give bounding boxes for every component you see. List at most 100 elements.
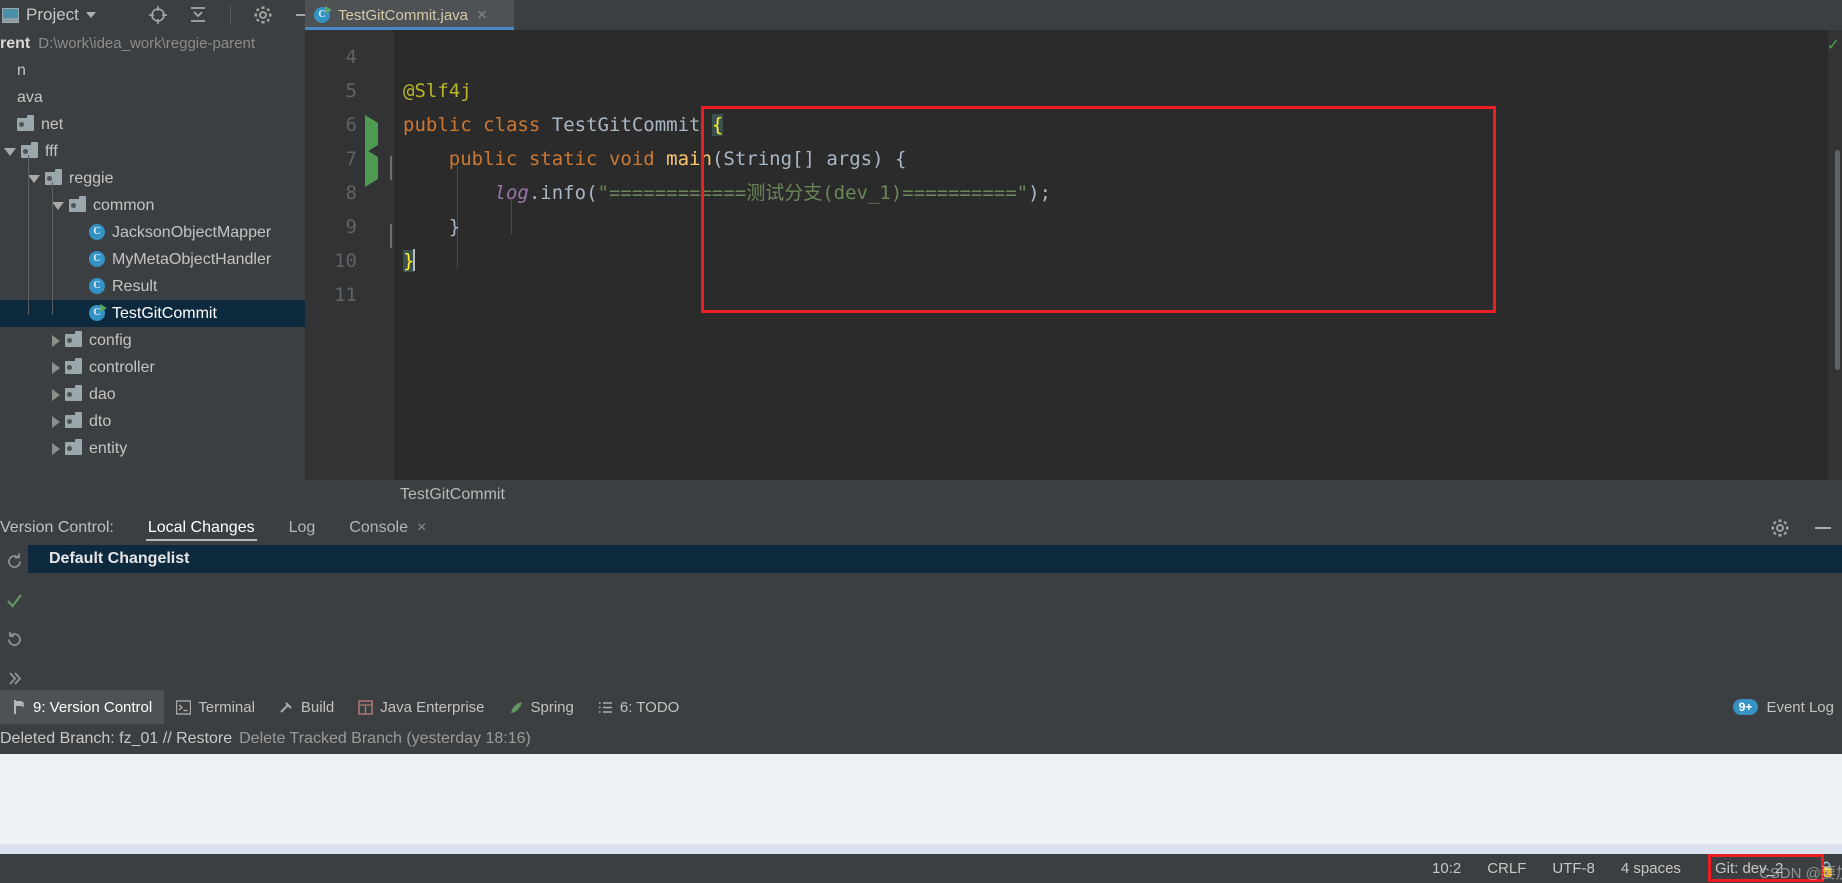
inspection-ok-icon[interactable]: ✓ [1827,35,1840,55]
gear-icon[interactable] [253,5,273,25]
spring-leaf-icon [509,700,524,715]
folder-icon [45,169,62,185]
changelist-row[interactable]: Default Changelist [28,545,1842,573]
tree-item-dao[interactable]: dao [0,381,305,408]
tree-item-controller[interactable]: controller [0,354,305,381]
tree-item-testgitcommit[interactable]: C TestGitCommit [0,300,305,327]
code-line-11[interactable]: 11 [305,278,1842,312]
file-encoding[interactable]: UTF-8 [1552,860,1595,877]
tree-item-label: entity [89,439,128,457]
line-number[interactable]: 10 [305,244,357,278]
vcs-message-row: Deleted Branch: fz_01 // Restore Delete … [0,724,1842,754]
rollback-icon[interactable] [6,631,23,648]
expand-icon[interactable] [6,670,23,687]
tree-item-ava[interactable]: ava [0,84,305,111]
project-view-button[interactable]: Project [0,0,96,30]
code-token: } [403,216,461,238]
code-line-8[interactable]: 8 log.info("============测试分支(dev_1)=====… [305,176,1842,210]
tree-item-dto[interactable]: dto [0,408,305,435]
folder-icon [65,331,82,347]
chevron-down-icon[interactable] [4,147,16,156]
commit-check-icon[interactable] [6,592,23,609]
code-line-7[interactable]: 7 public static void main(String[] args)… [305,142,1842,187]
close-icon[interactable]: × [417,519,426,537]
tree-item-n[interactable]: n [0,57,305,84]
code-text: @Slf4j [403,74,472,108]
refresh-icon[interactable] [6,553,23,570]
breadcrumb[interactable]: TestGitCommit [305,480,1842,510]
tree-item-mymetaobjecthandler[interactable]: C MyMetaObjectHandler [0,246,305,273]
code-line-9[interactable]: 9 } [305,210,1842,248]
close-icon[interactable]: × [477,5,487,25]
code-line-10[interactable]: 10} [305,244,1842,278]
editor-tab-testgitcommit[interactable]: C TestGitCommit.java × [305,0,514,30]
tree-item-label: JacksonObjectMapper [112,223,272,241]
tree-item-config[interactable]: config [0,327,305,354]
code-line-5[interactable]: 5 @Slf4j [305,74,1842,108]
project-root-row[interactable]: rent D:\work\idea_work\reggie-parent [0,30,305,57]
vcs-message-detail: Delete Tracked Branch (yesterday 18:16) [239,730,531,747]
event-log-button[interactable]: 9+ Event Log [1732,699,1834,716]
line-number[interactable]: 4 [305,40,357,74]
editor-tab-strip: C TestGitCommit.java × [305,0,1842,30]
line-number[interactable]: 8 [305,176,357,210]
indent-setting[interactable]: 4 spaces [1621,860,1681,877]
tool-window-bar: 9: Version Control Terminal Build Java E… [0,690,1842,724]
tool-window-spring[interactable]: Spring [497,690,586,724]
tree-item-label: fff [45,142,58,160]
line-number[interactable]: 5 [305,74,357,108]
code-line-4[interactable]: 4 [305,40,1842,74]
caret-position[interactable]: 10:2 [1432,860,1461,877]
tree-item-result[interactable]: C Result [0,273,305,300]
breadcrumb-left-stub [0,480,305,510]
java-class-icon: C [89,251,106,268]
tab-local-changes[interactable]: Local Changes [145,510,257,545]
code-line-6[interactable]: 6 public class TestGitCommit { [305,108,1842,153]
project-tree-panel[interactable]: rent D:\work\idea_work\reggie-parent n av… [0,30,305,510]
tool-window-todo[interactable]: 6: TODO [586,690,691,724]
tree-item-reggie[interactable]: reggie [0,165,305,192]
line-separator[interactable]: CRLF [1487,860,1526,877]
collapse-all-icon[interactable] [188,5,208,25]
line-number[interactable]: 9 [305,210,357,244]
gear-icon[interactable] [1770,518,1790,538]
vcs-message-prefix[interactable]: Deleted Branch: fz_01 // Restore [0,730,232,748]
text-caret [413,249,416,271]
project-icon [2,7,19,23]
desktop-background-shade [0,844,1842,854]
chevron-right-icon[interactable] [52,388,60,401]
tool-window-version-control[interactable]: 9: Version Control [0,690,165,724]
version-control-header: Version Control: Local Changes Log Conso… [0,510,1842,545]
locate-icon[interactable] [148,5,168,25]
chevron-right-icon[interactable] [52,415,60,428]
editor-vertical-scrollbar[interactable] [1835,150,1840,370]
chevron-right-icon[interactable] [52,361,60,374]
line-number[interactable]: 11 [305,278,357,312]
git-branch-widget[interactable]: Git: dev_2 CSDN @要加油! [1707,854,1842,882]
tab-console[interactable]: Console × [349,510,426,545]
code-editor[interactable]: 4 5 @Slf4j 6 public class TestGitCommit {7 p… [305,30,1842,480]
code-token: ); [1028,182,1052,204]
tree-item-fff[interactable]: fff [0,138,305,165]
chevron-down-icon[interactable] [52,201,64,210]
tab-log[interactable]: Log [289,510,316,545]
tool-window-terminal[interactable]: Terminal [164,690,267,724]
chevron-down-icon[interactable] [28,174,40,183]
tree-item-common[interactable]: common [0,192,305,219]
tree-item-entity[interactable]: entity [0,435,305,462]
minimize-icon[interactable] [1812,518,1834,538]
chevron-right-icon[interactable] [52,334,60,347]
tool-window-java-enterprise[interactable]: Java Enterprise [346,690,496,724]
chevron-down-icon[interactable] [85,12,96,18]
tool-window-build[interactable]: Build [267,690,346,724]
breadcrumb-item-class[interactable]: TestGitCommit [400,486,505,504]
line-number[interactable]: 7 [305,142,357,176]
tool-window-todo-label: 6: TODO [619,698,680,716]
lock-icon[interactable]: 🔒 [1817,860,1836,878]
line-number[interactable]: 6 [305,108,357,142]
code-token: TestGitCommit [551,114,701,136]
tab-local-changes-label: Local Changes [147,518,255,536]
chevron-right-icon[interactable] [52,442,60,455]
tree-item-net[interactable]: net [0,111,305,138]
tree-item-jacksonobjectmapper[interactable]: C JacksonObjectMapper [0,219,305,246]
